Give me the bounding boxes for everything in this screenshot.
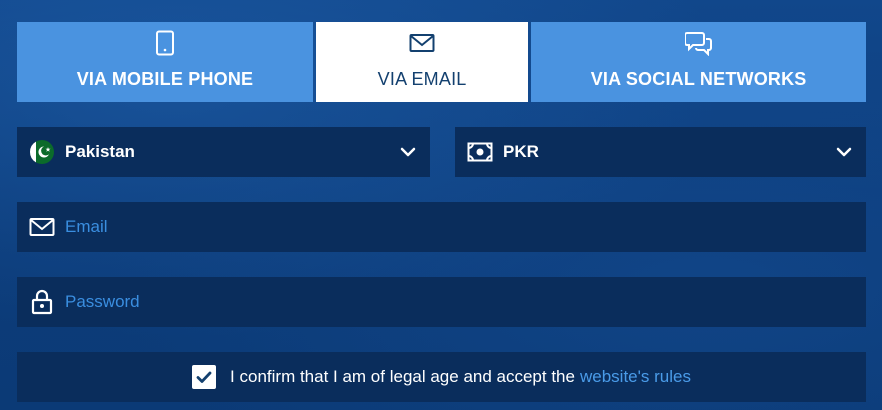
legal-age-checkbox[interactable] bbox=[192, 365, 217, 389]
currency-value: PKR bbox=[503, 142, 539, 161]
chevron-down-icon bbox=[398, 142, 418, 162]
country-value: Pakistan bbox=[65, 142, 135, 161]
chat-bubbles-icon bbox=[684, 30, 713, 56]
tab-label: VIA MOBILE PHONE bbox=[76, 69, 254, 89]
tab-email[interactable]: VIA EMAIL bbox=[315, 22, 529, 102]
currency-select[interactable]: PKR bbox=[455, 127, 866, 177]
tab-label: VIA EMAIL bbox=[377, 69, 467, 89]
tab-label: VIA SOCIAL NETWORKS bbox=[590, 69, 807, 89]
tab-social-networks[interactable]: VIA SOCIAL NETWORKS bbox=[531, 22, 867, 102]
password-field[interactable] bbox=[17, 277, 866, 327]
envelope-icon bbox=[409, 30, 435, 56]
country-currency-row: Pakistan PKR bbox=[17, 127, 866, 177]
website-rules-link[interactable]: website's rules bbox=[580, 367, 691, 387]
registration-tabs: VIA MOBILE PHONE VIA EMAIL VIA SOCIAL NE… bbox=[17, 22, 867, 102]
mobile-phone-icon bbox=[154, 30, 176, 56]
registration-form: VIA MOBILE PHONE VIA EMAIL VIA SOCIAL NE… bbox=[17, 22, 867, 402]
pakistan-flag-icon bbox=[29, 139, 55, 165]
checkmark-icon bbox=[196, 371, 212, 383]
country-select[interactable]: Pakistan bbox=[17, 127, 430, 177]
tab-mobile-phone[interactable]: VIA MOBILE PHONE bbox=[17, 22, 313, 102]
email-field[interactable] bbox=[17, 202, 866, 252]
chevron-down-icon bbox=[834, 142, 854, 162]
email-input[interactable] bbox=[65, 217, 854, 237]
confirm-text: I confirm that I am of legal age and acc… bbox=[230, 367, 575, 386]
banknote-icon bbox=[467, 139, 493, 165]
password-input[interactable] bbox=[65, 292, 854, 312]
envelope-icon bbox=[29, 214, 55, 240]
legal-age-confirmation: I confirm that I am of legal age and acc… bbox=[17, 352, 866, 402]
lock-icon bbox=[29, 289, 55, 315]
